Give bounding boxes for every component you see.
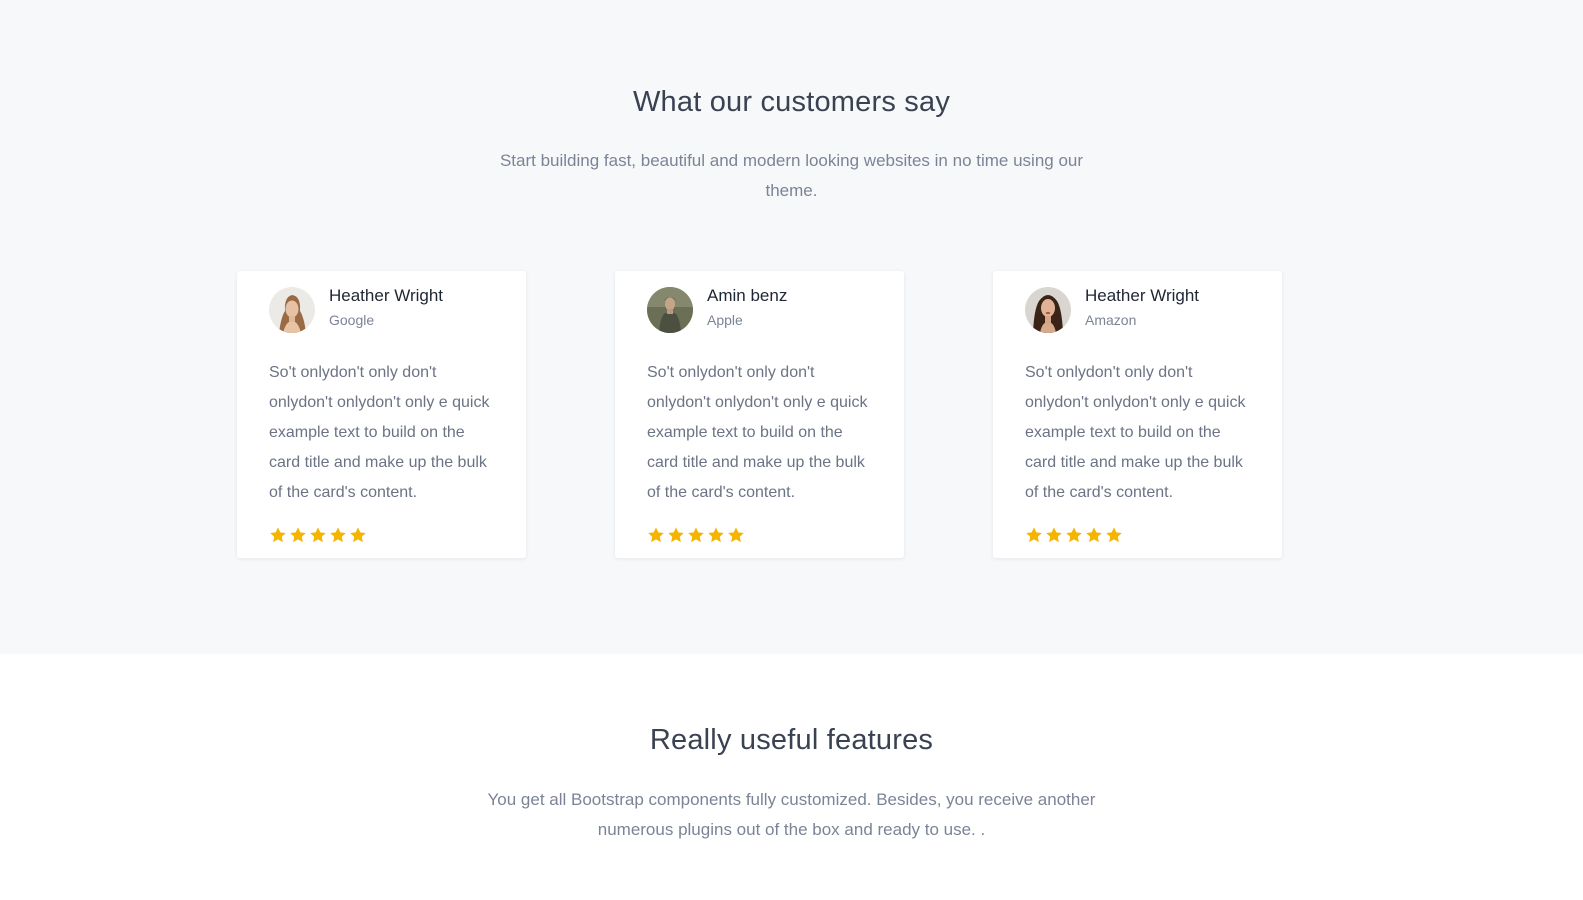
star-icon [688,527,704,543]
testimonial-card: Heather Wright Amazon So't onlydon't onl… [993,271,1282,558]
reviewer-name: Heather Wright [1085,286,1200,305]
star-icon [1026,527,1042,543]
avatar [269,287,315,333]
star-icon [1086,527,1102,543]
star-icon [1106,527,1122,543]
star-icon [1046,527,1062,543]
star-icon [290,527,306,543]
testimonial-quote: So't onlydon't only don't onlydon't only… [647,364,868,501]
star-icon [668,527,684,543]
star-icon [708,527,724,543]
star-icon [1066,527,1082,543]
star-icon [270,527,286,543]
avatar [647,287,693,333]
star-icon [330,527,346,543]
reviewer-company: Amazon [1085,312,1137,328]
testimonials-subtitle: Start building fast, beautiful and moder… [499,151,1084,200]
star-icon [310,527,326,543]
testimonial-quote: So't onlydon't only don't onlydon't only… [269,364,490,501]
star-icon [728,527,744,543]
reviewer-company: Apple [707,312,743,328]
features-title: Really useful features [649,724,934,756]
testimonial-quote: So't onlydon't only don't onlydon't only… [1025,364,1246,501]
rating-stars [269,526,367,544]
reviewer-company: Google [329,312,375,328]
rating-stars [647,526,745,544]
avatar [1025,287,1071,333]
testimonials-title: What our customers say [632,86,951,118]
star-icon [648,527,664,543]
testimonials-section: What our customers say Start building fa… [0,0,1583,654]
features-subtitle: You get all Bootstrap components fully c… [487,790,1096,839]
reviewer-name: Amin benz [707,286,788,305]
testimonial-card: Heather Wright Google So't onlydon't onl… [237,271,526,558]
star-icon [350,527,366,543]
rating-stars [1025,526,1123,544]
reviewer-name: Heather Wright [329,286,444,305]
testimonial-card: Amin benz Apple So't onlydon't only don'… [615,271,904,558]
